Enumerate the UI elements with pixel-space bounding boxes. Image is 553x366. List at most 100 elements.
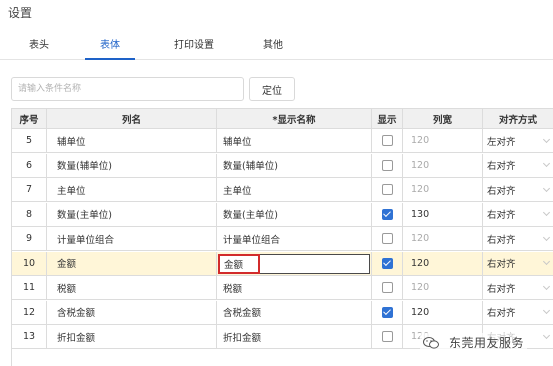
display-name-cell[interactable]: 税额 bbox=[217, 276, 372, 300]
display-name-cell[interactable]: 折扣金额 bbox=[217, 325, 372, 349]
display-name-cell[interactable]: 计量单位组合 bbox=[217, 227, 372, 251]
seq-cell: 5 bbox=[12, 129, 47, 153]
display-name-cell[interactable]: 主单位 bbox=[217, 178, 372, 202]
show-cell[interactable] bbox=[372, 227, 403, 251]
header-width: 列宽 bbox=[403, 109, 483, 129]
width-cell[interactable]: 120 bbox=[403, 129, 483, 153]
tab-bar: 表头 表体 打印设置 其他 bbox=[0, 38, 553, 60]
header-align: 对齐方式 bbox=[483, 109, 553, 129]
wechat-icon bbox=[423, 336, 439, 349]
align-select[interactable]: 右对齐 bbox=[483, 301, 553, 325]
display-name-cell[interactable]: 辅单位 bbox=[217, 129, 372, 153]
table-row[interactable]: 6 数量(辅单位) 数量(辅单位) 120 右对齐 bbox=[12, 153, 553, 178]
seq-cell: 11 bbox=[12, 276, 47, 300]
chevron-down-icon[interactable] bbox=[542, 135, 551, 143]
align-select[interactable]: 右对齐 bbox=[483, 252, 553, 276]
tab-body[interactable]: 表体 bbox=[85, 38, 135, 60]
show-cell[interactable] bbox=[372, 300, 403, 325]
table-row[interactable]: 12 含税金额 含税金额 120 右对齐 bbox=[12, 300, 553, 325]
page-title: 设置 bbox=[8, 6, 33, 20]
width-cell[interactable]: 120 bbox=[403, 227, 483, 251]
seq-cell: 13 bbox=[12, 325, 47, 349]
seq-cell: 12 bbox=[12, 300, 47, 325]
show-checkbox[interactable] bbox=[381, 208, 393, 220]
show-checkbox[interactable] bbox=[381, 331, 393, 342]
table-header: 序号 列名 *显示名称 显示 列宽 对齐方式 bbox=[12, 109, 553, 129]
show-checkbox[interactable] bbox=[381, 257, 393, 269]
align-value: 右对齐 bbox=[487, 210, 516, 221]
table-row[interactable]: 7 主单位 主单位 120 右对齐 bbox=[12, 178, 553, 202]
table-row[interactable]: 9 计量单位组合 计量单位组合 120 右对齐 bbox=[12, 227, 553, 251]
tab-other[interactable]: 其他 bbox=[256, 38, 290, 60]
show-checkbox[interactable] bbox=[381, 233, 393, 244]
display-name-value: 金额 bbox=[224, 259, 244, 271]
show-checkbox[interactable] bbox=[381, 282, 393, 293]
width-cell[interactable]: 120 bbox=[403, 251, 483, 276]
tab-print-settings[interactable]: 打印设置 bbox=[165, 38, 223, 60]
width-cell[interactable]: 120 bbox=[403, 300, 483, 325]
align-select[interactable]: 右对齐 bbox=[483, 203, 553, 227]
align-value: 右对齐 bbox=[487, 259, 516, 270]
column-name-cell: 金额 bbox=[47, 251, 217, 276]
chevron-down-icon[interactable] bbox=[542, 282, 551, 290]
show-cell[interactable] bbox=[372, 178, 403, 202]
seq-cell: 6 bbox=[12, 153, 47, 178]
header-show: 显示 bbox=[372, 109, 403, 129]
column-name-cell: 含税金额 bbox=[47, 300, 217, 325]
chevron-down-icon[interactable] bbox=[542, 184, 551, 192]
header-column-name: 列名 bbox=[47, 109, 217, 129]
align-select[interactable]: 右对齐 bbox=[483, 276, 553, 300]
show-cell[interactable] bbox=[372, 202, 403, 227]
column-settings-table: 序号 列名 *显示名称 显示 列宽 对齐方式 5 辅单位 辅单位 120 左对齐 6 数量(… bbox=[11, 108, 553, 366]
show-checkbox[interactable] bbox=[381, 306, 393, 318]
column-name-cell: 计量单位组合 bbox=[47, 227, 217, 251]
show-checkbox[interactable] bbox=[381, 135, 393, 146]
display-name-cell[interactable]: 金额 bbox=[217, 251, 372, 276]
display-name-cell[interactable]: 含税金额 bbox=[217, 300, 372, 325]
seq-cell: 7 bbox=[12, 178, 47, 202]
show-cell[interactable] bbox=[372, 276, 403, 300]
column-name-cell: 数量(主单位) bbox=[47, 202, 217, 227]
align-select[interactable]: 左对齐 bbox=[483, 129, 553, 153]
display-name-highlight[interactable]: 金额 bbox=[218, 253, 260, 274]
table-row[interactable]: 11 税额 税额 120 右对齐 bbox=[12, 276, 553, 300]
column-name-cell: 折扣金额 bbox=[47, 325, 217, 349]
chevron-down-icon[interactable] bbox=[542, 159, 551, 168]
table-row[interactable]: 10 金额 金额 120 右对齐 bbox=[12, 251, 553, 276]
search-input[interactable] bbox=[11, 77, 244, 101]
watermark: 东莞用友服务 bbox=[420, 333, 528, 352]
show-cell[interactable] bbox=[372, 153, 403, 178]
width-cell[interactable]: 130 bbox=[403, 202, 483, 227]
show-cell[interactable] bbox=[372, 251, 403, 276]
display-name-cell[interactable]: 数量(主单位) bbox=[217, 202, 372, 227]
chevron-down-icon[interactable] bbox=[542, 331, 551, 339]
show-checkbox[interactable] bbox=[381, 159, 393, 171]
column-name-cell: 主单位 bbox=[47, 178, 217, 202]
table-row[interactable]: 8 数量(主单位) 数量(主单位) 130 右对齐 bbox=[12, 202, 553, 227]
show-cell[interactable] bbox=[372, 129, 403, 153]
seq-cell: 9 bbox=[12, 227, 47, 251]
align-value: 右对齐 bbox=[487, 161, 516, 172]
display-name-cell[interactable]: 数量(辅单位) bbox=[217, 153, 372, 178]
align-select[interactable]: 右对齐 bbox=[483, 227, 553, 251]
align-value: 右对齐 bbox=[487, 308, 516, 319]
chevron-down-icon[interactable] bbox=[542, 208, 551, 217]
show-checkbox[interactable] bbox=[381, 184, 393, 195]
column-name-cell: 税额 bbox=[47, 276, 217, 300]
width-cell[interactable]: 120 bbox=[403, 153, 483, 178]
width-cell[interactable]: 120 bbox=[403, 276, 483, 300]
align-select[interactable]: 右对齐 bbox=[483, 178, 553, 202]
width-cell[interactable]: 120 bbox=[403, 178, 483, 202]
chevron-down-icon[interactable] bbox=[542, 257, 551, 266]
table-row[interactable]: 5 辅单位 辅单位 120 左对齐 bbox=[12, 129, 553, 153]
chevron-down-icon[interactable] bbox=[542, 306, 551, 315]
align-value: 右对齐 bbox=[487, 185, 516, 197]
chevron-down-icon[interactable] bbox=[542, 233, 551, 241]
show-cell[interactable] bbox=[372, 325, 403, 349]
tab-header[interactable]: 表头 bbox=[22, 38, 56, 60]
align-select[interactable]: 右对齐 bbox=[483, 154, 553, 178]
watermark-text: 东莞用友服务 bbox=[449, 336, 525, 350]
locate-button[interactable]: 定位 bbox=[249, 77, 295, 101]
seq-cell: 8 bbox=[12, 202, 47, 227]
column-name-cell: 数量(辅单位) bbox=[47, 153, 217, 178]
